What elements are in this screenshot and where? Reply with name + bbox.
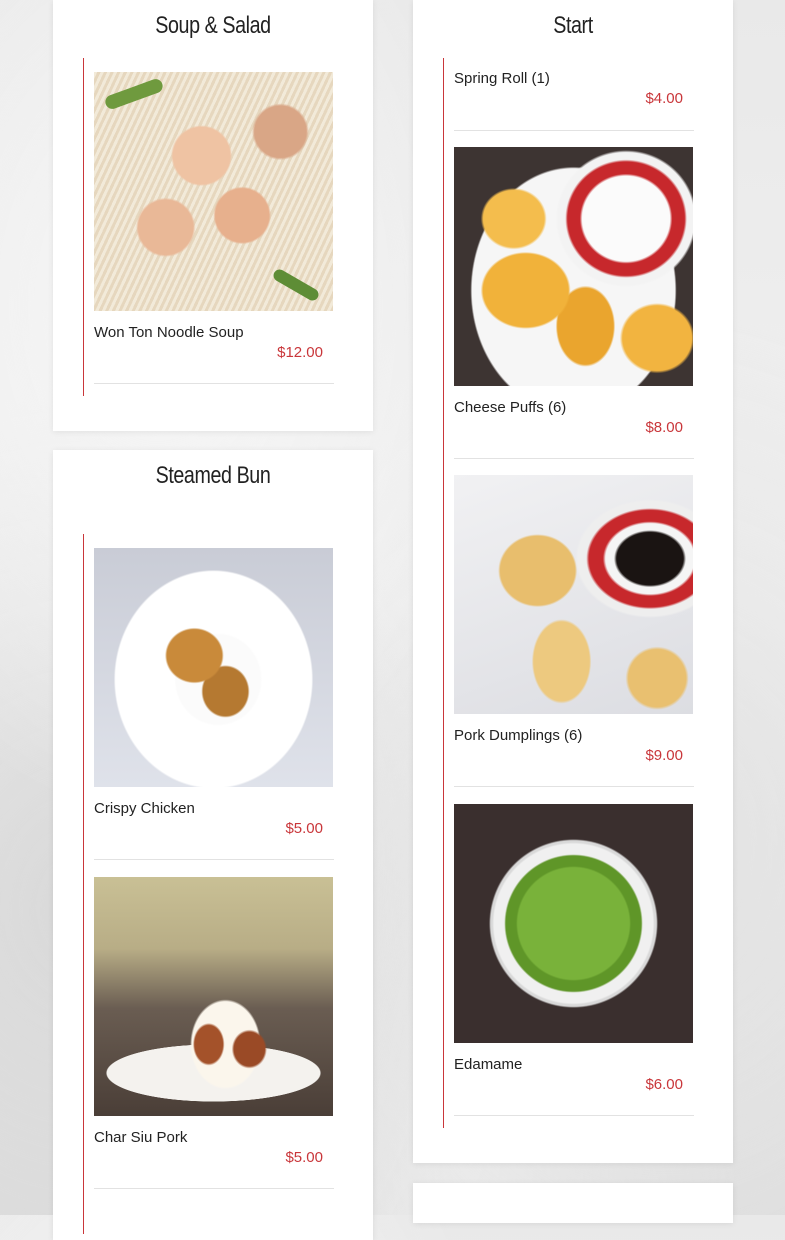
item-price: $4.00 xyxy=(645,90,683,107)
item-name: Spring Roll (1) xyxy=(454,70,550,87)
item-name: Pork Dumplings (6) xyxy=(454,727,583,744)
item-divider xyxy=(454,786,694,787)
item-divider xyxy=(454,458,694,459)
menu-card-next xyxy=(413,1183,733,1223)
item-price: $5.00 xyxy=(285,1149,323,1166)
menu-card-steamed-bun: Steamed Bun Crispy Chicken $5.00 Char Si… xyxy=(53,450,373,1240)
char-siu-pork-bun-photo[interactable] xyxy=(94,877,333,1116)
item-price: $8.00 xyxy=(645,419,683,436)
section-title-steamed-bun: Steamed Bun xyxy=(155,462,271,489)
crispy-chicken-bun-photo[interactable] xyxy=(94,548,333,787)
won-ton-noodle-soup-photo[interactable] xyxy=(94,72,333,311)
section-rule xyxy=(83,58,84,396)
section-rule xyxy=(443,58,444,1128)
item-divider xyxy=(454,130,694,131)
item-name: Edamame xyxy=(454,1056,523,1073)
item-divider xyxy=(94,383,334,384)
item-price: $12.00 xyxy=(277,344,323,361)
menu-item-pork-dumplings[interactable]: Pork Dumplings (6) $9.00 xyxy=(454,475,694,787)
section-title-start: Start xyxy=(553,12,593,39)
item-name: Cheese Puffs (6) xyxy=(454,399,567,416)
menu-card-start: Start Spring Roll (1) $4.00 Cheese Puffs… xyxy=(413,0,733,1163)
item-divider xyxy=(454,1115,694,1116)
menu-item-edamame[interactable]: Edamame $6.00 xyxy=(454,804,694,1116)
item-name: Won Ton Noodle Soup xyxy=(94,324,244,341)
item-price: $9.00 xyxy=(645,747,683,764)
menu-item-char-siu-pork[interactable]: Char Siu Pork $5.00 xyxy=(94,877,334,1189)
edamame-photo[interactable] xyxy=(454,804,693,1043)
item-name: Crispy Chicken xyxy=(94,800,195,817)
item-price: $5.00 xyxy=(285,820,323,837)
item-price: $6.00 xyxy=(645,1076,683,1093)
pork-dumplings-photo[interactable] xyxy=(454,475,693,714)
menu-item-cheese-puffs[interactable]: Cheese Puffs (6) $8.00 xyxy=(454,147,694,459)
menu-card-soup-salad: Soup & Salad Won Ton Noodle Soup $12.00 xyxy=(53,0,373,431)
item-divider xyxy=(94,1188,334,1189)
section-title-soup-salad: Soup & Salad xyxy=(155,12,271,39)
item-name: Char Siu Pork xyxy=(94,1129,188,1146)
section-rule xyxy=(83,534,84,1234)
menu-item-crispy-chicken[interactable]: Crispy Chicken $5.00 xyxy=(94,548,334,860)
menu-item-won-ton-noodle-soup[interactable]: Won Ton Noodle Soup $12.00 xyxy=(94,72,334,384)
menu-item-spring-roll[interactable]: Spring Roll (1) $4.00 xyxy=(454,58,694,131)
item-divider xyxy=(94,859,334,860)
cheese-puffs-photo[interactable] xyxy=(454,147,693,386)
